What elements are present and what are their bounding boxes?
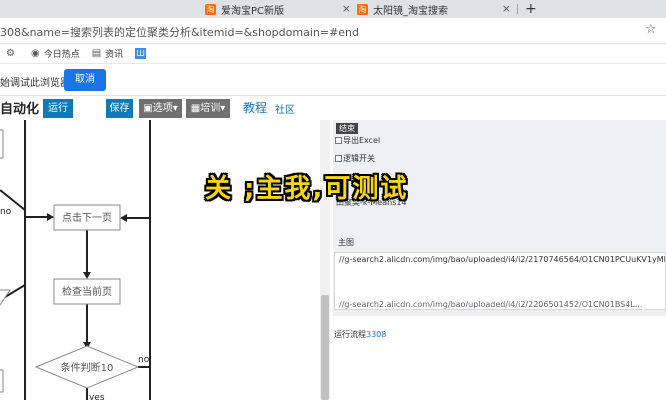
main-image-value: //g-search2.alicdn.com/img/bao/uploaded/… — [339, 255, 665, 264]
new-tab-button[interactable]: + — [525, 0, 537, 18]
bookmark-news[interactable]: ▤ 资讯 — [92, 47, 123, 60]
save-button[interactable]: 保存 — [106, 99, 133, 118]
export-excel-checkbox[interactable]: 导出Excel — [335, 135, 380, 146]
options-label: 选项 — [152, 103, 173, 114]
flow-edge-label-no: no — [138, 355, 150, 365]
taobao-favicon-icon: 淘 — [205, 3, 216, 15]
checkbox-box[interactable] — [335, 137, 342, 144]
tab-title: 太阳镜_淘宝搜索 — [373, 5, 448, 17]
bookmark-label: 资讯 — [105, 50, 124, 60]
flow-node-label: 检查当前页 — [62, 285, 112, 298]
run-flow-link[interactable]: 3308 — [366, 330, 386, 339]
checkbox-label: 导出Excel — [343, 136, 381, 145]
browser-tab-strip: 淘 爱淘宝PC新版 × 淘 太阳镜_淘宝搜索 × + — [0, 0, 666, 18]
flow-node-partial-left — [0, 289, 11, 306]
flow-edge-label-no: no — [0, 207, 12, 217]
checkbox-box[interactable] — [335, 155, 342, 162]
flowchart-canvas[interactable]: 点击下一页 检查当前页 条件判断10 no no yes — [0, 120, 320, 400]
arrow-head — [83, 272, 91, 279]
flow-node-partial-top — [0, 129, 4, 159]
tutorial-link[interactable]: 教程 — [243, 99, 267, 116]
options-dropdown[interactable]: ▣选项▾ — [139, 99, 182, 118]
log-dropdown[interactable]: ▦培训▾ — [186, 99, 230, 118]
app-icon: Ш — [135, 48, 147, 59]
chevron-down-icon: ▾ — [220, 103, 226, 114]
main-image-label: 主图 — [338, 238, 354, 247]
second-image-value: //g-search2.alicdn.com/img/bao/uploaded/… — [339, 300, 643, 309]
tab-divider — [517, 4, 518, 14]
url-text[interactable]: 308&name=搜索列表的定位聚类分析&itemid=&shopdomain=… — [0, 24, 359, 40]
run-flow-label: 运行流程 — [334, 330, 366, 339]
logic-switch-checkbox[interactable]: 逻辑开关 — [335, 153, 375, 164]
bookmark-settings[interactable]: ⚙ — [6, 48, 19, 59]
tab-sunglasses-search[interactable]: 淘 太阳镜_淘宝搜索 × — [357, 0, 517, 18]
taobao-favicon-icon: 淘 — [357, 3, 368, 15]
bookmark-icon: ◉ — [30, 48, 40, 59]
subtitle-caption: 关 ;主我,可测试 — [205, 174, 409, 204]
gear-icon: ⚙ — [6, 48, 15, 59]
run-flow-text: 运行流程3308 — [334, 329, 386, 340]
flow-node-label: 点击下一页 — [62, 212, 112, 224]
arrow-head — [120, 214, 127, 222]
forum-link[interactable]: 社区 — [275, 101, 295, 116]
bookmark-today-hot[interactable]: ◉ 今日热点 — [31, 47, 80, 60]
bookmark-icon: ▤ — [91, 48, 102, 59]
log-icon: ▦ — [190, 103, 201, 114]
bookmark-label: 今日热点 — [43, 50, 80, 60]
run-button[interactable]: 运行 — [43, 99, 73, 118]
canvas-scrollbar-thumb[interactable] — [321, 295, 329, 400]
log-label: 培训 — [200, 103, 221, 114]
cancel-button[interactable]: 取消 — [64, 69, 106, 91]
close-icon[interactable]: × — [342, 2, 351, 15]
bookmarks-bar: ⚙ ◉ 今日热点 ▤ 资讯 Ш — [0, 44, 666, 64]
address-bar[interactable]: 308&name=搜索列表的定位聚类分析&itemid=&shopdomain=… — [0, 18, 666, 44]
close-icon[interactable]: × — [502, 2, 511, 15]
tab-title: 爱淘宝PC新版 — [221, 5, 285, 17]
flow-node-partial-bottom — [0, 369, 4, 393]
tab-aitaobao[interactable]: 淘 爱淘宝PC新版 × — [205, 0, 357, 18]
options-icon: ▣ — [143, 103, 153, 114]
end-badge: 结束 — [336, 123, 358, 134]
bookmark-app[interactable]: Ш — [135, 48, 147, 59]
flow-node-label: 条件判断10 — [61, 361, 114, 374]
debug-infobar: 始调试此浏览器 取消 — [0, 64, 666, 96]
arrow-head — [47, 213, 54, 221]
app-title: 自动化 — [0, 102, 40, 117]
flow-edge-label-yes: yes — [89, 393, 105, 400]
infobar-message: 始调试此浏览器 — [0, 78, 70, 89]
flowchart-svg: 点击下一页 检查当前页 条件判断10 no no yes — [0, 120, 151, 400]
chevron-down-icon: ▾ — [172, 103, 178, 114]
main-image-value-field[interactable]: //g-search2.alicdn.com/img/bao/uploaded/… — [334, 252, 666, 310]
checkbox-label: 逻辑开关 — [343, 154, 375, 163]
bookmark-star-icon[interactable]: ☆ — [645, 22, 657, 37]
app-toolbar: 自动化 运行 保存 ▣选项▾ ▦培训▾ 教程 社区 — [0, 96, 666, 120]
